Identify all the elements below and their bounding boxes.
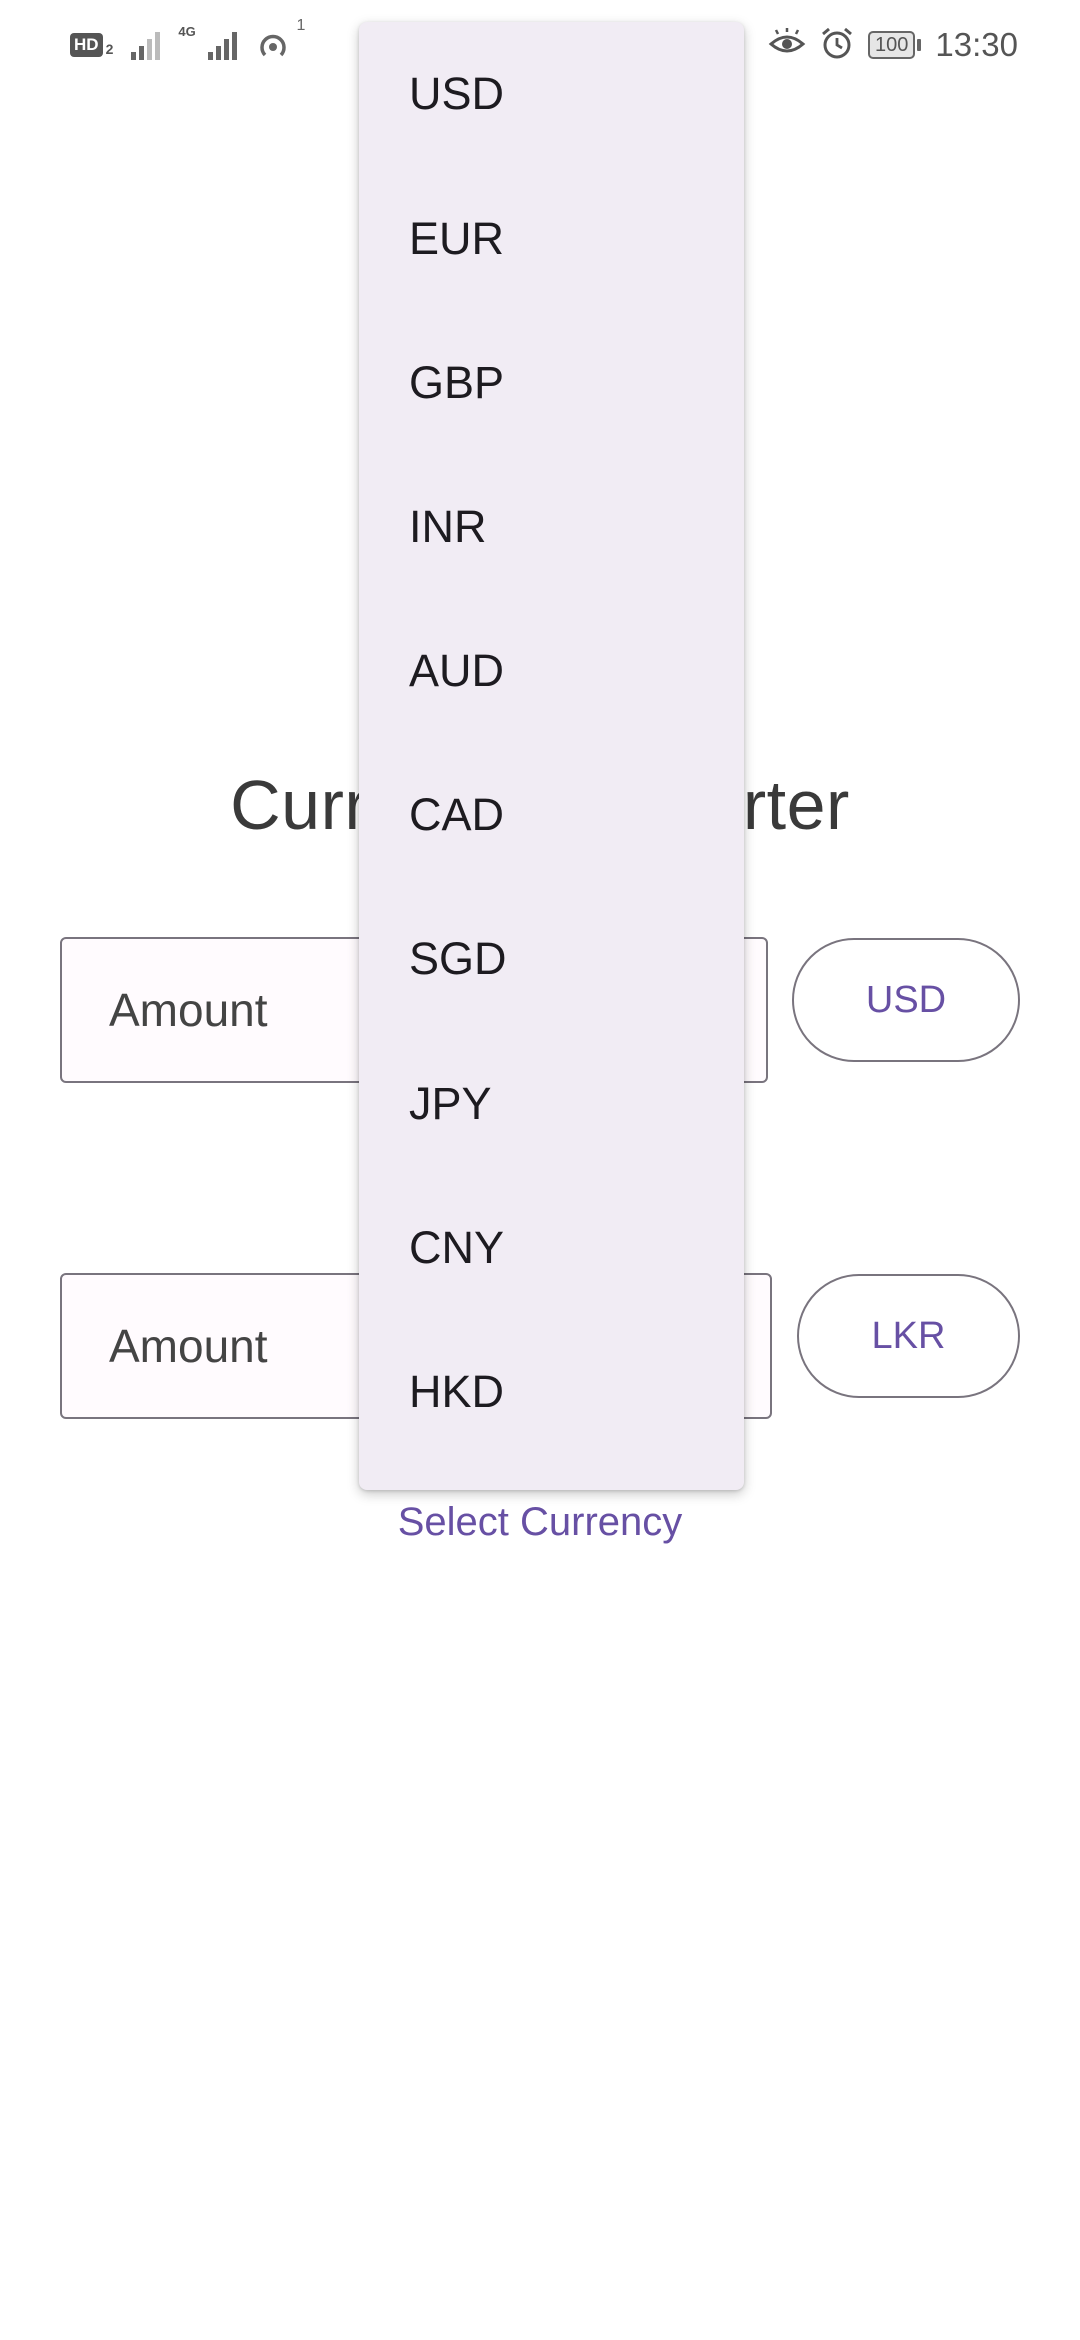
from-currency-button[interactable]: USD: [792, 938, 1020, 1062]
menu-item-cad[interactable]: CAD: [359, 743, 744, 887]
hd-sim-label: 2: [105, 41, 114, 57]
menu-item-cny[interactable]: CNY: [359, 1176, 744, 1320]
menu-item-eur[interactable]: EUR: [359, 167, 744, 311]
currency-dropdown-menu: USD EUR GBP INR AUD CAD SGD JPY CNY HKD: [359, 22, 744, 1490]
menu-item-sgd[interactable]: SGD: [359, 887, 744, 1031]
signal-4g-icon: 4G: [178, 24, 238, 60]
menu-item-usd[interactable]: USD: [359, 22, 744, 166]
network-type-label: 4G: [178, 24, 196, 39]
to-currency-button[interactable]: LKR: [797, 1274, 1020, 1398]
hd-label: HD: [70, 33, 103, 57]
select-currency-label[interactable]: Select Currency: [0, 1500, 1080, 1545]
menu-item-gbp[interactable]: GBP: [359, 311, 744, 455]
menu-item-jpy[interactable]: JPY: [359, 1032, 744, 1176]
menu-item-inr[interactable]: INR: [359, 455, 744, 599]
hotspot-count: 1: [296, 17, 306, 34]
battery-level: 100: [868, 31, 916, 59]
hotspot-icon: 1: [255, 17, 305, 63]
clock: 13:30: [935, 26, 1018, 63]
signal-sim1-icon: [131, 30, 161, 60]
status-bar-left: HD 2 4G 1: [70, 17, 305, 68]
alarm-icon: [820, 26, 854, 65]
menu-item-hkd[interactable]: HKD: [359, 1320, 744, 1464]
battery-icon: 100: [868, 31, 922, 59]
menu-item-aud[interactable]: AUD: [359, 599, 744, 743]
status-bar-right: 100 13:30: [768, 22, 1018, 68]
eye-comfort-icon: [768, 27, 806, 63]
from-amount-label: Amount: [109, 984, 268, 1036]
hd-voice-icon: HD 2: [70, 33, 113, 57]
to-amount-label: Amount: [109, 1320, 268, 1372]
